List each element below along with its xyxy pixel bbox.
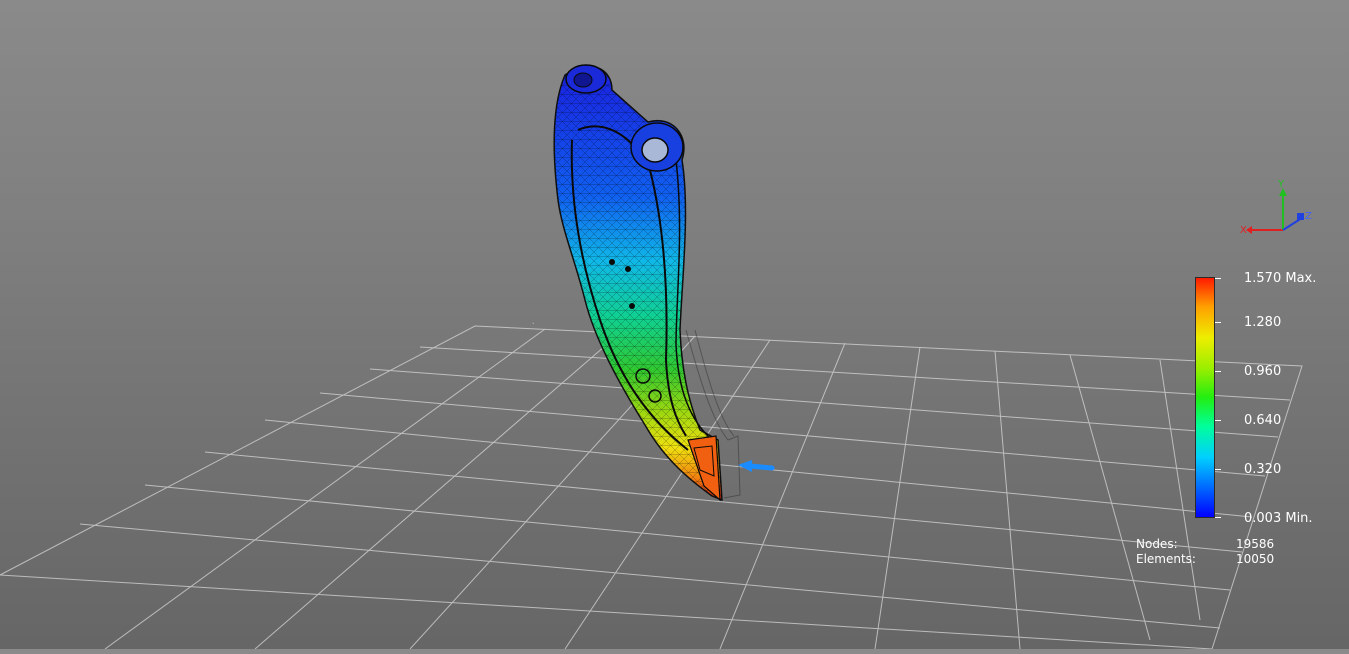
grid-axis-labels: · xyxy=(528,320,539,327)
arrow-left-icon[interactable] xyxy=(738,460,775,472)
legend-tick-label: 0.640 xyxy=(1244,413,1282,428)
nodes-value: 19586 xyxy=(1236,537,1275,551)
legend-min-label: 0.003 Min. xyxy=(1244,511,1313,526)
axis-triad[interactable]: X Y Z xyxy=(1240,179,1312,236)
legend-tick xyxy=(1215,517,1221,518)
legend-tick xyxy=(1215,371,1221,372)
legend-tick xyxy=(1215,322,1221,323)
elements-value: 10050 xyxy=(1236,552,1275,566)
elements-label: Elements: xyxy=(1136,552,1196,566)
legend-tick-label: 1.280 xyxy=(1244,315,1282,330)
legend-max-label: 1.570 Max. xyxy=(1244,271,1317,286)
legend-tick xyxy=(1215,278,1221,279)
legend-tick-label: 0.960 xyxy=(1244,364,1282,379)
legend-tick xyxy=(1215,420,1221,421)
svg-text:·: · xyxy=(528,320,539,327)
triad-z-label: Z xyxy=(1305,211,1312,222)
color-scale-bar xyxy=(1195,277,1215,518)
nodes-label: Nodes: xyxy=(1136,537,1178,551)
ripper-shank-part[interactable] xyxy=(553,64,723,502)
triad-x-label: X xyxy=(1240,225,1247,236)
triad-y-label: Y xyxy=(1277,179,1285,190)
legend-tick-label: 0.320 xyxy=(1244,462,1282,477)
legend-tick xyxy=(1215,469,1221,470)
